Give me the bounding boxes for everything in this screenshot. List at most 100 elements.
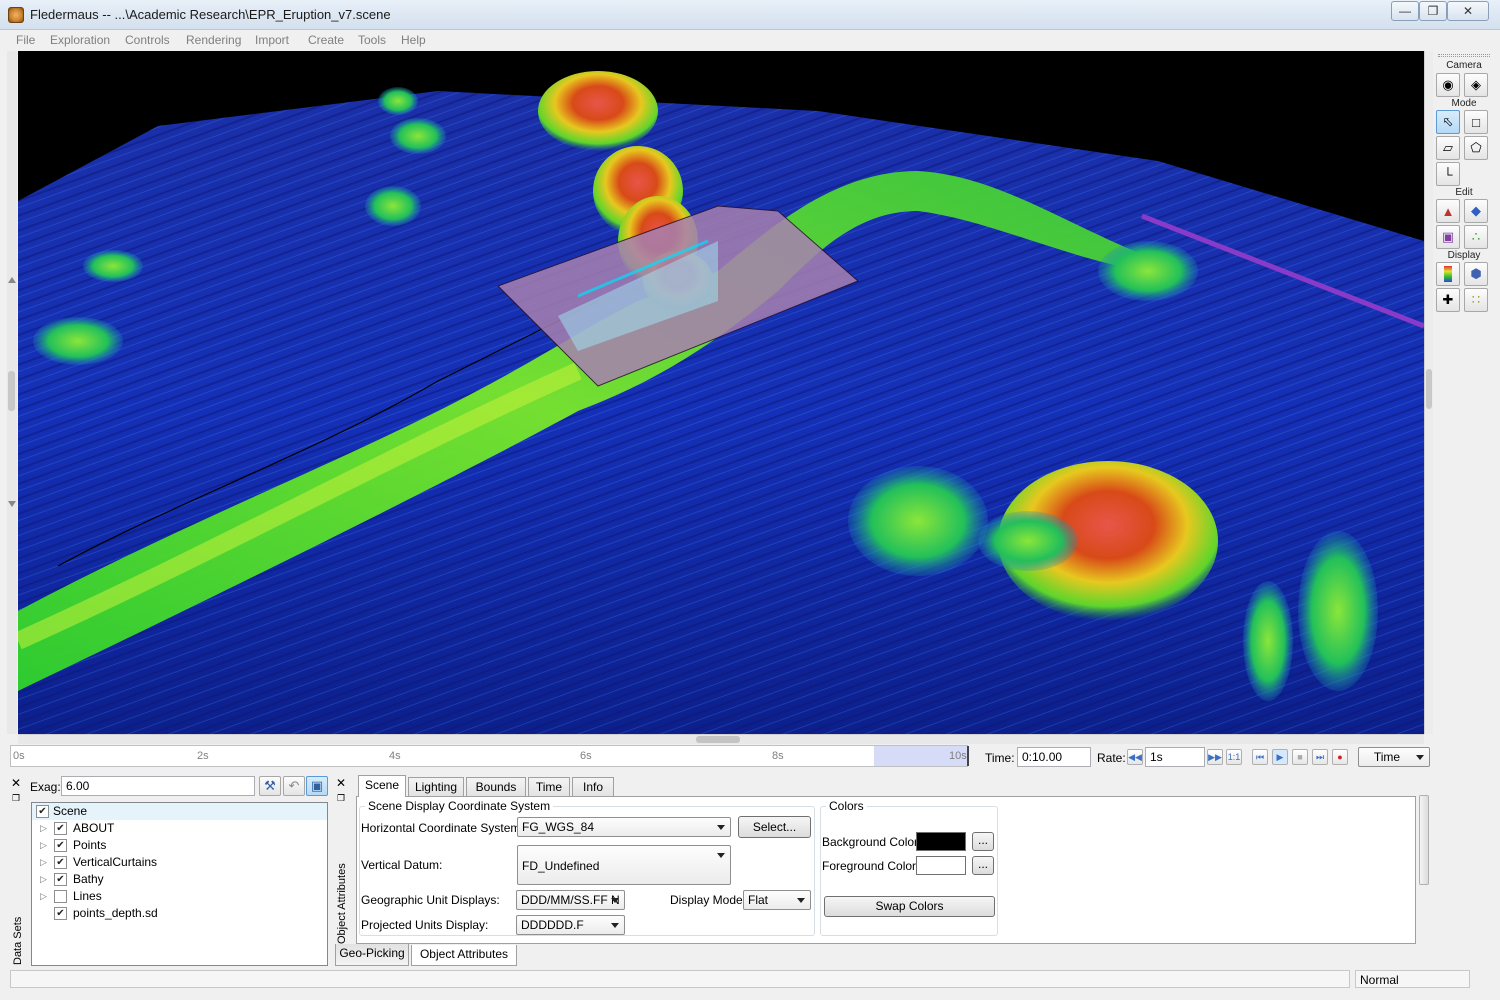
skip-end-button[interactable]: ⏭ (1312, 749, 1328, 765)
menu-import[interactable]: Import (255, 33, 289, 47)
background-color-swatch[interactable] (916, 832, 966, 851)
expand-arrow-icon[interactable]: ▷ (40, 820, 47, 837)
datasets-float-button[interactable]: ❐ (12, 793, 20, 804)
timeline-mode-select[interactable]: Time (1358, 747, 1430, 767)
left-scrollbar[interactable] (7, 51, 17, 734)
tree-checkbox[interactable] (54, 890, 67, 903)
record-button[interactable]: ● (1332, 749, 1348, 765)
rate-increase-button[interactable]: ▶▶ (1207, 749, 1223, 765)
scroll-thumb[interactable] (1419, 795, 1429, 885)
tab-time[interactable]: Time (528, 777, 570, 797)
background-color-picker-button[interactable]: ... (972, 832, 994, 851)
tab-object-attributes[interactable]: Object Attributes (411, 945, 517, 966)
datasets-close-button[interactable]: ✕ (11, 776, 21, 790)
palette-grip[interactable] (1438, 54, 1490, 57)
menu-rendering[interactable]: Rendering (186, 33, 241, 47)
status-mode: Normal (1355, 970, 1470, 988)
timeline-cursor[interactable] (967, 746, 969, 766)
foreground-color-picker-button[interactable]: ... (972, 856, 994, 875)
minimize-button[interactable]: — (1391, 1, 1419, 21)
tab-info[interactable]: Info (572, 777, 614, 797)
tree-item[interactable]: ▷ ✔ VerticalCurtains (32, 854, 327, 871)
expand-arrow-icon[interactable]: ▷ (40, 888, 47, 905)
close-icon: ✕ (336, 776, 347, 790)
menu-tools[interactable]: Tools (358, 33, 386, 47)
camera-add-button[interactable]: ◈ (1464, 73, 1488, 97)
tab-geo-picking[interactable]: Geo-Picking (335, 944, 409, 966)
colormap-button[interactable] (1436, 262, 1460, 286)
play-button[interactable]: ▶ (1272, 749, 1288, 765)
tree-item[interactable]: ▷ ✔ Bathy (32, 871, 327, 888)
expand-arrow-icon[interactable]: ▷ (40, 837, 47, 854)
tree-checkbox[interactable]: ✔ (54, 822, 67, 835)
tree-item[interactable]: ▷ ✔ ABOUT (32, 820, 327, 837)
vertical-datum-select[interactable]: FD_Undefined (517, 845, 731, 885)
proj-units-select[interactable]: DDDDDD.F (516, 915, 625, 935)
tree-checkbox[interactable]: ✔ (54, 873, 67, 886)
play-icon: ▶ (1276, 752, 1284, 762)
cube-view-button[interactable]: ⬢ (1464, 262, 1488, 286)
tree-item[interactable]: ✔ points_depth.sd (32, 905, 327, 922)
tree-item-scene[interactable]: ✔ Scene (32, 803, 327, 820)
measure-button[interactable]: └ (1436, 162, 1460, 186)
menu-exploration[interactable]: Exploration (50, 33, 110, 47)
tree-checkbox[interactable]: ✔ (36, 805, 49, 818)
points-edit-button[interactable]: ∴ (1464, 225, 1488, 249)
menu-help[interactable]: Help (401, 33, 426, 47)
close-button[interactable]: ✕ (1447, 1, 1489, 21)
menu-file[interactable]: File (16, 33, 35, 47)
exag-lock-button[interactable]: ▣ (306, 776, 328, 796)
display-mode-select[interactable]: Flat (743, 890, 811, 910)
tick-label: 10s (949, 750, 967, 762)
surface-paint-button[interactable]: ◆ (1464, 199, 1488, 223)
maximize-button[interactable]: ❐ (1419, 1, 1447, 21)
section-camera: Camera (1446, 60, 1482, 71)
exag-undo-button[interactable]: ↶ (283, 776, 305, 796)
time-input[interactable]: 0:10.00 (1017, 747, 1091, 767)
crosshair-button[interactable]: ✚ (1436, 288, 1460, 312)
expand-arrow-icon[interactable]: ▷ (40, 854, 47, 871)
exag-input[interactable]: 6.00 (61, 776, 255, 796)
exag-apply-button[interactable]: ⚒ (259, 776, 281, 796)
scatter-button[interactable]: ∷ (1464, 288, 1488, 312)
tree-item[interactable]: ▷ Lines (32, 888, 327, 905)
viewport-vertical-scrollbar[interactable] (1424, 51, 1433, 734)
rect-select-button[interactable]: □ (1464, 110, 1488, 134)
polygon-select-button[interactable]: ⬠ (1464, 136, 1488, 160)
scroll-thumb[interactable] (696, 736, 740, 743)
select-coord-button[interactable]: Select... (738, 816, 811, 838)
swap-colors-button[interactable]: Swap Colors (824, 896, 995, 917)
colors-title: Colors (826, 799, 867, 813)
scroll-thumb[interactable] (1426, 369, 1432, 409)
tree-item[interactable]: ▷ ✔ Points (32, 837, 327, 854)
timeline-slider[interactable]: 0s 2s 4s 6s 8s 10s (10, 745, 969, 767)
tree-checkbox[interactable]: ✔ (54, 839, 67, 852)
foreground-color-swatch[interactable] (916, 856, 966, 875)
attributes-scrollbar[interactable] (1417, 780, 1431, 944)
horizontal-coord-select[interactable]: FG_WGS_84 (517, 817, 731, 837)
3d-viewport[interactable] (18, 51, 1424, 734)
menu-controls[interactable]: Controls (125, 33, 170, 47)
expand-arrow-icon[interactable]: ▷ (40, 871, 47, 888)
rate-input[interactable]: 1s (1145, 747, 1205, 767)
tree-checkbox[interactable]: ✔ (54, 856, 67, 869)
viewport-horizontal-scrollbar[interactable] (18, 734, 1424, 744)
attributes-float-button[interactable]: ❐ (337, 793, 345, 804)
attributes-close-button[interactable]: ✕ (336, 776, 346, 790)
skip-start-button[interactable]: ⏮ (1252, 749, 1268, 765)
rate-decrease-button[interactable]: ◀◀ (1127, 749, 1143, 765)
geo-units-select[interactable]: DDD/MM/SS.FF N (516, 890, 625, 910)
rate-reset-button[interactable]: 1:1 (1226, 749, 1242, 765)
menu-create[interactable]: Create (308, 33, 344, 47)
scroll-thumb[interactable] (8, 371, 15, 411)
surface-edit-button[interactable]: ▲ (1436, 199, 1460, 223)
tree-checkbox[interactable]: ✔ (54, 907, 67, 920)
tab-scene[interactable]: Scene (358, 775, 406, 797)
stop-button[interactable]: ■ (1292, 749, 1308, 765)
tab-bounds[interactable]: Bounds (466, 777, 526, 797)
tab-lighting[interactable]: Lighting (408, 777, 464, 797)
camera-button[interactable]: ◉ (1436, 73, 1460, 97)
box-edit-button[interactable]: ▣ (1436, 225, 1460, 249)
lasso-select-button[interactable]: ▱ (1436, 136, 1460, 160)
pointer-mode-button[interactable]: ⬁ (1436, 110, 1460, 134)
